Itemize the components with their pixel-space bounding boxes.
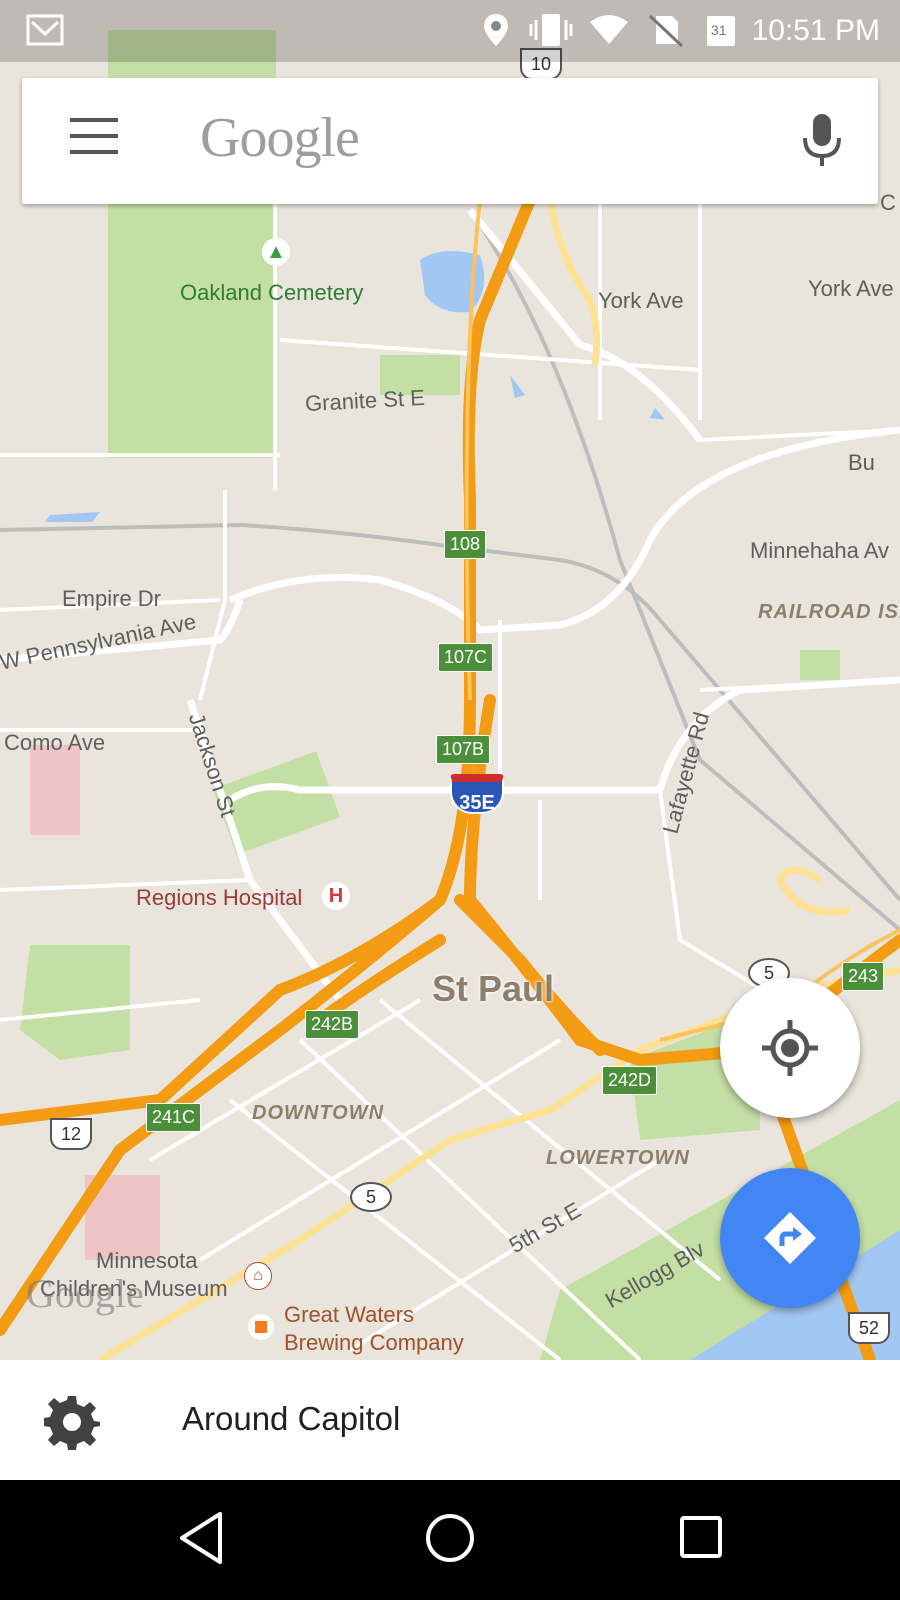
location-icon bbox=[484, 14, 508, 46]
home-icon[interactable] bbox=[424, 1510, 476, 1566]
map-label-minnehaha: Minnehaha Av bbox=[750, 538, 890, 563]
vibrate-icon bbox=[529, 14, 573, 46]
microphone-icon[interactable] bbox=[800, 112, 844, 170]
status-bar: 31 10:51 PM bbox=[0, 0, 900, 62]
map-label-c: C bbox=[880, 190, 896, 215]
gear-icon[interactable] bbox=[44, 1394, 100, 1450]
exit-badge-241c: 241C bbox=[146, 1103, 202, 1132]
exit-badge-242d: 242D bbox=[602, 1066, 658, 1095]
map-label-downtown: DOWNTOWN bbox=[252, 1102, 385, 1124]
map-label-empire-dr: Empire Dr bbox=[62, 586, 162, 611]
exit-badge-108: 108 bbox=[444, 530, 487, 559]
map-label-oakland-cemetery[interactable]: Oakland Cemetery bbox=[180, 280, 363, 306]
hamburger-menu-icon[interactable] bbox=[70, 118, 118, 164]
map-label-railroad-island: RAILROAD ISL bbox=[758, 601, 900, 623]
exit-badge-107c: 107C bbox=[438, 643, 494, 672]
recents-icon[interactable] bbox=[678, 1510, 724, 1566]
mn-5-shield-south: 5 bbox=[350, 1182, 392, 1212]
search-bar[interactable]: Google bbox=[22, 78, 878, 204]
hospital-icon[interactable]: H bbox=[322, 882, 350, 910]
directions-button[interactable] bbox=[720, 1168, 860, 1308]
i-35e-shield: 35E bbox=[450, 774, 504, 814]
map-view[interactable]: Oakland Cemetery York Ave York Ave Grani… bbox=[0, 0, 900, 1360]
my-location-button[interactable] bbox=[720, 978, 860, 1118]
exit-badge-242b: 242B bbox=[305, 1010, 360, 1039]
map-label-bu: Bu bbox=[848, 450, 875, 475]
place-label[interactable]: Around Capitol bbox=[182, 1400, 400, 1438]
google-logo[interactable]: Google bbox=[200, 106, 360, 170]
map-label-york-ave-east: York Ave bbox=[808, 276, 894, 301]
back-icon[interactable] bbox=[178, 1510, 224, 1566]
exit-badge-243: 243 bbox=[842, 962, 885, 991]
status-time: 10:51 PM bbox=[751, 14, 880, 47]
us-52-shield: 52 bbox=[848, 1312, 890, 1344]
park-tree-icon[interactable]: ▲ bbox=[262, 238, 290, 266]
bottom-sheet[interactable]: Around Capitol bbox=[0, 1360, 900, 1480]
map-label-regions-hospital[interactable]: Regions Hospital bbox=[136, 885, 302, 911]
map-label-great-waters-2[interactable]: Brewing Company bbox=[284, 1330, 464, 1356]
restaurant-icon[interactable] bbox=[248, 1314, 274, 1340]
wifi-icon bbox=[590, 15, 628, 44]
no-sim-icon bbox=[648, 14, 684, 48]
map-label-como-ave: Como Ave bbox=[4, 730, 106, 755]
map-canvas bbox=[0, 30, 900, 1360]
map-label-st-paul: St Paul bbox=[432, 968, 555, 1009]
exit-badge-107b: 107B bbox=[436, 735, 491, 764]
museum-icon[interactable]: ⌂ bbox=[244, 1262, 272, 1290]
google-watermark: Google bbox=[26, 1271, 144, 1316]
navigation-bar bbox=[0, 1480, 900, 1600]
calendar-day: 31 bbox=[711, 22, 727, 38]
map-label-york-ave: York Ave bbox=[598, 288, 684, 313]
us-12-shield: 12 bbox=[50, 1118, 92, 1150]
map-label-great-waters-1[interactable]: Great Waters bbox=[284, 1302, 414, 1328]
gmail-icon bbox=[26, 14, 64, 46]
map-label-lowertown: LOWERTOWN bbox=[546, 1147, 690, 1169]
my-location-icon bbox=[762, 1020, 818, 1076]
directions-icon bbox=[764, 1212, 816, 1264]
